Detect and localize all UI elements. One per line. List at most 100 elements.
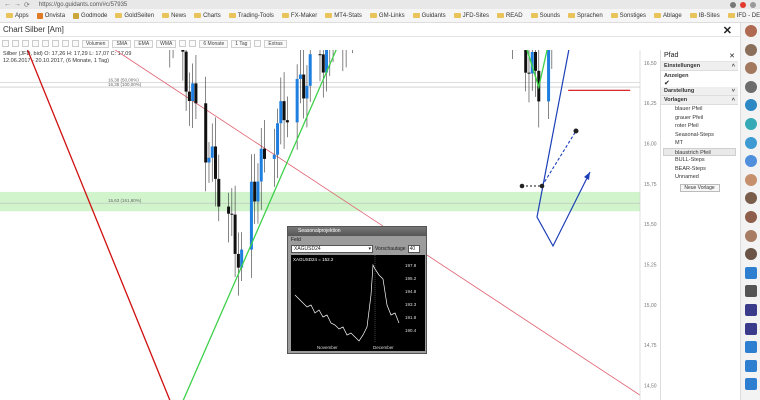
template-item[interactable]: MT (661, 139, 738, 148)
candle (214, 146, 218, 179)
extension-icon[interactable] (740, 1, 746, 8)
user-avatar-icon[interactable] (745, 118, 757, 130)
user-avatar-icon[interactable] (745, 155, 757, 168)
template-item[interactable]: blaustrich Pfeil (663, 147, 736, 156)
bookmark-item[interactable]: FX-Maker (279, 13, 320, 19)
forward-icon[interactable]: → (14, 1, 21, 8)
shape-tool-icon[interactable] (42, 40, 49, 47)
bookmark-item[interactable]: Sprachen (565, 13, 606, 19)
app-icon[interactable] (745, 304, 757, 316)
user-avatar-icon[interactable] (745, 229, 757, 242)
bookmark-item[interactable]: Trading-Tools (226, 13, 277, 19)
template-item[interactable]: roter Pfeil (661, 122, 738, 131)
template-item[interactable]: grauer Pfeil (661, 114, 738, 123)
template-item[interactable]: BEAR-Steps (661, 165, 738, 174)
menu-icon[interactable] (750, 1, 756, 8)
wma-button[interactable]: WMA (156, 39, 177, 48)
user-avatar-icon[interactable] (745, 173, 757, 186)
candle (282, 101, 286, 121)
user-avatar-icon[interactable] (745, 136, 757, 149)
user-avatar-icon[interactable] (745, 192, 757, 205)
ema-button[interactable]: EMA (134, 39, 154, 48)
user-avatar-icon[interactable] (745, 43, 757, 56)
star-icon[interactable] (730, 1, 736, 8)
app-icon[interactable] (745, 322, 757, 335)
app-icon[interactable] (745, 378, 757, 391)
close-icon[interactable]: ✕ (729, 52, 735, 60)
interval-select[interactable]: 1 Tag (231, 39, 252, 48)
fib-tool-icon[interactable] (52, 40, 59, 47)
app-icon[interactable] (745, 266, 757, 279)
compare-icon[interactable] (189, 40, 197, 47)
section-vorlagen[interactable]: Vorlagen ˄ (661, 96, 738, 105)
user-avatar-icon[interactable] (745, 248, 757, 261)
bookmark-item[interactable]: Sounds (528, 13, 563, 19)
bookmark-item[interactable]: News (159, 13, 189, 19)
draw-tool-icon[interactable] (22, 40, 29, 47)
user-avatar-icon[interactable] (745, 62, 757, 75)
bookmark-item[interactable]: Guidants (410, 13, 449, 19)
bookmark-item[interactable]: JFD-Sites (451, 13, 492, 19)
template-list: blauer Pfeil grauer Pfeil roter Pfeil Seaso… (661, 105, 738, 182)
bookmark-item[interactable]: Charts (191, 13, 224, 19)
app-icon[interactable] (745, 359, 757, 372)
address-bar[interactable]: ← → ⟳ https://go.guidants.com/#c/57935 (0, 0, 760, 9)
candle (279, 101, 283, 124)
bookmark-label: Guidants (421, 12, 446, 19)
text-tool-icon[interactable] (32, 40, 39, 47)
bookmark-item[interactable]: GM-Links (367, 13, 408, 19)
back-icon[interactable]: ← (4, 1, 11, 8)
bookmark-label: GoldSeiten (124, 12, 155, 19)
new-template-button[interactable]: Neue Vorlage (679, 183, 720, 192)
seasonal-line (294, 263, 400, 342)
section-einstellungen[interactable]: Einstellungen ˄ (661, 62, 738, 71)
reload-icon[interactable]: ⟳ (24, 1, 30, 9)
cursor-tool-icon[interactable] (2, 40, 9, 47)
user-avatar-icon[interactable] (745, 211, 757, 223)
feld-label: Feld (291, 237, 301, 243)
app-icon[interactable] (745, 285, 757, 298)
template-item[interactable]: BULL-Steps (661, 156, 738, 165)
bookmark-item[interactable]: Onvista (34, 12, 68, 19)
bookmark-item[interactable]: MT4-Stats (322, 13, 365, 19)
volume-button[interactable]: Volumen (82, 39, 110, 48)
bookmark-item[interactable]: READ (494, 13, 526, 19)
bookmark-item[interactable]: IFD - DE30 (725, 13, 760, 19)
url-text[interactable]: https://go.guidants.com/#c/57935 (39, 2, 127, 8)
sma-button[interactable]: SMA (112, 39, 132, 48)
section-darstellung[interactable]: Darstellung ˅ (661, 87, 738, 96)
bookmark-item[interactable]: GoldSeiten (112, 13, 157, 19)
line-tool-icon[interactable] (12, 40, 19, 47)
anzeigen-checkbox[interactable]: ✔ (661, 79, 738, 87)
window-title: Chart Silber [Am] (3, 25, 64, 34)
fib-label: 15,63 (161,80%) (108, 198, 142, 203)
chevron-up-icon: ˄ (731, 63, 735, 69)
candle (194, 83, 198, 104)
app-icon[interactable] (745, 341, 757, 354)
user-avatar-icon[interactable] (745, 80, 757, 93)
chart-type-icon[interactable] (254, 40, 262, 47)
measure-tool-icon[interactable] (72, 40, 79, 47)
template-item[interactable]: Unnamed (661, 173, 738, 182)
bookmark-item[interactable]: Godmode (70, 12, 110, 19)
days-input[interactable]: 40 (407, 245, 420, 253)
y-tick-label: 16,00 (644, 142, 657, 148)
indicator-icon[interactable] (179, 40, 187, 47)
seasonal-popup[interactable]: Seasonalprojektion Feld XAGUSD24 ▾ Vorsch… (287, 226, 427, 354)
bookmark-item[interactable]: Sonstiges (608, 13, 649, 19)
period-select[interactable]: 6 Monate (199, 39, 229, 48)
close-icon[interactable]: ✕ (723, 24, 732, 37)
folder-icon (412, 13, 420, 18)
user-avatar-icon[interactable] (745, 99, 757, 112)
template-item[interactable]: Seasonal-Steps (661, 131, 738, 140)
bookmark-label: Sounds (539, 12, 560, 19)
bookmark-item[interactable]: IB-Sites (687, 13, 723, 19)
bookmark-item[interactable]: Ablage (651, 13, 685, 19)
symbol-select[interactable]: XAGUSD24 ▾ (291, 245, 373, 253)
zoom-tool-icon[interactable] (62, 40, 69, 47)
app-badge-icon[interactable] (745, 25, 757, 37)
extras-button[interactable]: Extras (264, 39, 287, 48)
bookmark-item[interactable]: Apps (3, 13, 32, 19)
fib-zone (0, 191, 640, 212)
template-item[interactable]: blauer Pfeil (661, 105, 738, 114)
